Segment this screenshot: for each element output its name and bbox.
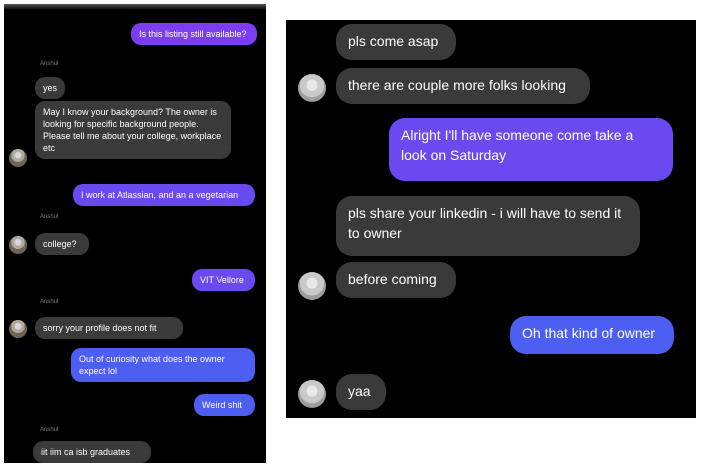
message-bubble-received[interactable]: iit iim ca isb graduates <box>33 441 151 463</box>
message-text: yes <box>43 83 58 93</box>
message-text: I work at Atlassian, and an a vegetarian <box>81 190 239 200</box>
message-text: sorry your profile does not fit <box>43 323 157 333</box>
top-edge <box>4 4 266 10</box>
message-text: Is this listing still available? <box>139 29 247 39</box>
message-text: pls share your linkedin - i will have to… <box>348 205 622 241</box>
message-text: Out of curiosity what does the owner exp… <box>79 354 225 376</box>
sender-name: Anshul <box>40 214 59 220</box>
sender-name: Anshul <box>40 299 59 305</box>
right-chat-panel: pls come asap there are couple more folk… <box>286 20 696 418</box>
contact-avatar[interactable] <box>9 236 27 254</box>
message-text: Oh that kind of owner <box>522 325 656 341</box>
message-bubble-received[interactable]: there are couple more folks looking <box>336 68 590 104</box>
message-bubble-received[interactable]: college? <box>35 233 89 255</box>
message-text: before coming <box>348 271 437 287</box>
message-bubble-sent[interactable]: VIT Vellore <box>192 269 255 291</box>
message-bubble-received[interactable]: yes <box>35 77 65 99</box>
message-text: Alright I'll have someone come take a lo… <box>401 127 634 163</box>
message-bubble-received[interactable]: May I know your background? The owner is… <box>35 101 231 159</box>
sender-name: Anshul <box>40 427 59 433</box>
contact-avatar[interactable] <box>9 320 27 338</box>
contact-avatar[interactable] <box>298 74 326 102</box>
message-bubble-received[interactable]: pls come asap <box>336 24 456 60</box>
sender-name: Anshul <box>40 61 59 67</box>
message-text: iit iim ca isb graduates <box>41 447 131 457</box>
message-bubble-received[interactable]: before coming <box>336 262 456 298</box>
contact-avatar[interactable] <box>298 380 326 408</box>
contact-avatar[interactable] <box>9 149 27 167</box>
message-bubble-received[interactable]: pls share your linkedin - i will have to… <box>336 196 640 256</box>
message-bubble-sent[interactable]: I work at Atlassian, and an a vegetarian <box>73 184 255 206</box>
contact-avatar[interactable] <box>298 272 326 300</box>
message-bubble-sent[interactable]: Weird shit <box>194 394 255 416</box>
message-bubble-received[interactable]: yaa <box>336 374 386 410</box>
message-bubble-sent[interactable]: Out of curiosity what does the owner exp… <box>71 348 255 382</box>
message-text: yaa <box>348 383 371 399</box>
message-text: Weird shit <box>202 400 242 410</box>
message-text: there are couple more folks looking <box>348 77 566 93</box>
message-text: college? <box>43 239 77 249</box>
left-chat-panel: Is this listing still available? Anshul … <box>4 4 266 463</box>
message-text: VIT Vellore <box>200 275 244 285</box>
message-text: pls come asap <box>348 33 439 49</box>
message-bubble-received[interactable]: sorry your profile does not fit <box>35 317 183 339</box>
message-bubble-sent[interactable]: Is this listing still available? <box>131 23 257 45</box>
message-bubble-sent[interactable]: Alright I'll have someone come take a lo… <box>389 118 673 181</box>
message-text: May I know your background? The owner is… <box>43 107 222 153</box>
message-bubble-sent[interactable]: Oh that kind of owner <box>510 316 674 354</box>
